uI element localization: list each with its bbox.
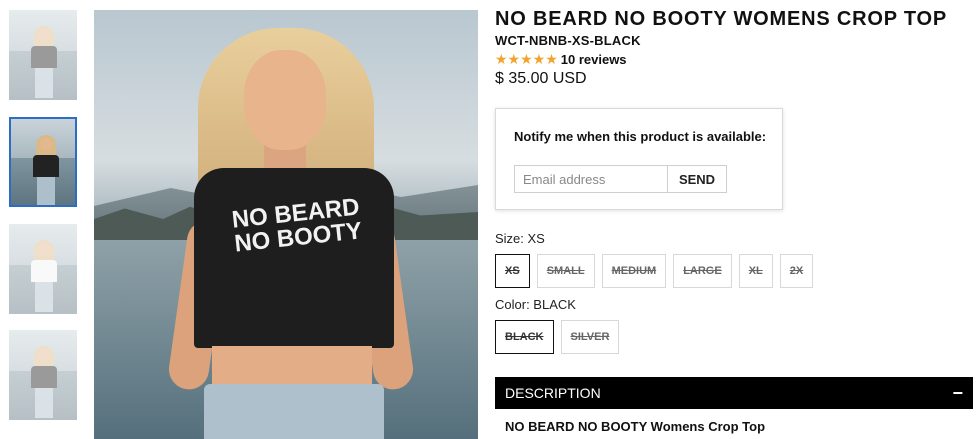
size-options: XS SMALL MEDIUM LARGE XL 2X [495,254,814,288]
size-option-large[interactable]: LARGE [673,254,732,288]
size-option-xs[interactable]: XS [495,254,530,288]
color-option-silver[interactable]: SILVER [560,320,620,354]
thumbnail-figure [31,346,57,418]
model-face [244,50,326,150]
main-product-image[interactable]: NO BEARD NO BOOTY [94,10,478,439]
notify-form: Notify me when this product is available… [495,108,783,210]
color-option-black[interactable]: BLACK [495,320,554,354]
send-button[interactable]: SEND [667,165,727,193]
thumbnail-2-selected[interactable] [9,117,77,207]
size-option-small[interactable]: SMALL [536,254,595,288]
description-accordion-header[interactable]: DESCRIPTION − [495,377,973,409]
size-option-xl[interactable]: XL [738,254,773,288]
notify-title: Notify me when this product is available… [514,129,767,144]
size-option-medium[interactable]: MEDIUM [601,254,667,288]
model-midriff [212,346,372,386]
size-option-2x[interactable]: 2X [779,254,814,288]
collapse-icon[interactable]: − [952,383,963,404]
color-options: BLACK SILVER [495,320,620,354]
email-input[interactable] [514,165,668,193]
description-title: DESCRIPTION [505,385,601,401]
thumbnail-figure [31,240,57,312]
thumbnail-4[interactable] [9,330,77,420]
product-price: $ 35.00 USD [495,70,587,87]
description-text: NO BEARD NO BOOTY Womens Crop Top [505,419,766,434]
star-rating-icon: ★★★★★ [495,51,558,67]
thumbnail-figure [31,26,57,98]
product-rating[interactable]: ★★★★★ 10 reviews [495,51,627,68]
product-sku: WCT-NBNB-XS-BLACK [495,33,641,48]
model-jeans [204,384,384,439]
thumbnail-3[interactable] [9,224,77,314]
reviews-link[interactable]: 10 reviews [561,52,627,67]
color-label: Color: BLACK [495,297,576,312]
product-title: NO BEARD NO BOOTY WOMENS CROP TOP [495,8,947,30]
thumbnail-1[interactable] [9,10,77,100]
thumbnail-figure [33,135,59,205]
size-label: Size: XS [495,231,545,246]
